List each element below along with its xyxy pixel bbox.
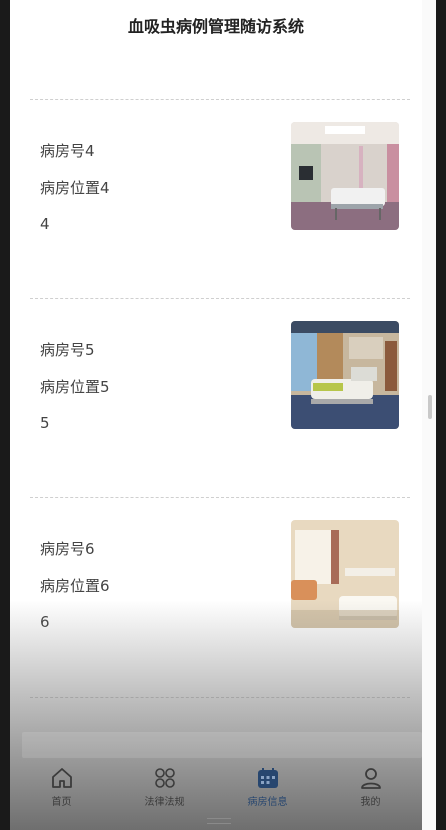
room-card-5[interactable]: 病房号5 病房位置5 5 — [10, 299, 422, 499]
room-photo[interactable] — [291, 321, 399, 429]
room-value: 5 — [40, 414, 50, 432]
room-name: 病房号5 — [40, 341, 95, 359]
tab-ward-info[interactable]: 病房信息 — [216, 760, 319, 810]
room-name: 病房号4 — [40, 142, 95, 160]
panel-strip — [22, 732, 422, 758]
grid-circles-icon — [154, 768, 175, 788]
tab-label: 法律法规 — [144, 797, 185, 808]
room-card-6[interactable]: 病房号6 病房位置6 6 — [10, 498, 422, 698]
page-title: 血吸虫病例管理随访系统 — [127, 17, 304, 36]
tab-label: 我的 — [360, 797, 381, 808]
room-card-4[interactable]: 病房号4 病房位置4 4 — [10, 100, 422, 300]
phone-screen: 血吸虫病例管理随访系统 病房号4 病房位置4 4 病房号5 病房位置5 5 病房… — [10, 0, 422, 830]
room-photo[interactable] — [291, 122, 399, 230]
divider — [30, 697, 410, 698]
home-icon — [51, 768, 72, 788]
bottom-tab-bar: 首页 法律法规 病房信息 我的 — [10, 760, 422, 810]
home-indicator — [207, 818, 231, 824]
room-photo[interactable] — [291, 520, 399, 628]
room-value: 4 — [40, 215, 50, 233]
room-value: 6 — [40, 613, 50, 631]
scrollbar-thumb[interactable] — [428, 395, 432, 419]
room-location: 病房位置6 — [40, 577, 110, 595]
tab-mine[interactable]: 我的 — [319, 760, 422, 810]
tab-label: 病房信息 — [247, 797, 288, 808]
room-location: 病房位置4 — [40, 179, 110, 197]
tab-home[interactable]: 首页 — [10, 760, 113, 810]
tab-label: 首页 — [51, 797, 72, 808]
room-name: 病房号6 — [40, 540, 95, 558]
room-location: 病房位置5 — [40, 378, 110, 396]
user-icon — [360, 768, 381, 789]
tab-laws[interactable]: 法律法规 — [113, 760, 216, 810]
calendar-icon — [257, 768, 278, 788]
